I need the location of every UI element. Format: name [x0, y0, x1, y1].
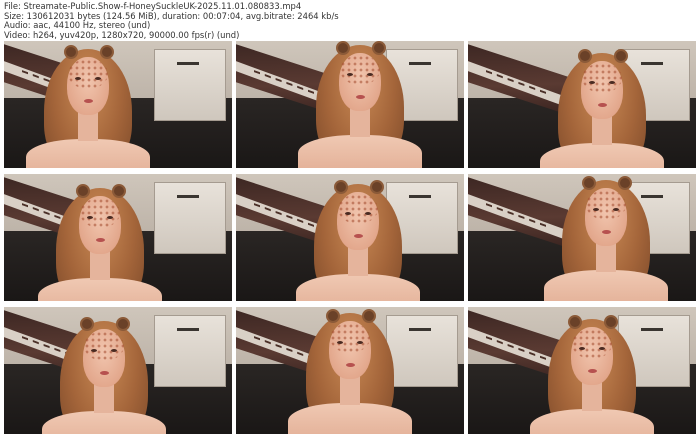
mouth [602, 230, 611, 234]
eye-left [91, 349, 97, 352]
thumbnail-6[interactable] [468, 174, 696, 301]
subject-body [530, 409, 654, 434]
eye-left [75, 77, 81, 80]
eye-left [337, 341, 343, 344]
eye-left [87, 216, 93, 219]
mouth [96, 238, 105, 242]
mouth [84, 99, 93, 103]
thumbnail-grid [4, 41, 696, 434]
thumbnail-7[interactable] [4, 307, 232, 434]
neck [90, 250, 110, 280]
face-paint [84, 331, 124, 361]
eye-right [357, 341, 363, 344]
subject-body [26, 139, 150, 168]
neck [348, 246, 368, 276]
subject-body [288, 403, 412, 434]
thumbnail-1[interactable] [4, 41, 232, 168]
wall-cabinet [154, 182, 226, 254]
neck [94, 383, 114, 413]
mouth [354, 234, 363, 238]
subject-body [296, 274, 420, 301]
thumbnail-8[interactable] [236, 307, 464, 434]
wall-cabinet [154, 315, 226, 387]
ear-left-icon [64, 45, 78, 59]
eye-right [107, 216, 113, 219]
neck [582, 381, 602, 411]
subject-body [544, 270, 668, 301]
ear-right-icon [100, 45, 114, 59]
eye-left [579, 347, 585, 350]
subject-body [298, 135, 422, 168]
face-paint [572, 329, 612, 359]
ear-right-icon [116, 317, 130, 331]
eye-right [609, 81, 615, 84]
eye-right [95, 77, 101, 80]
thumbnail-4[interactable] [4, 174, 232, 301]
ear-left-icon [326, 309, 340, 323]
eye-left [589, 81, 595, 84]
eye-left [345, 212, 351, 215]
ear-right-icon [614, 49, 628, 63]
eye-right [599, 347, 605, 350]
eye-right [111, 349, 117, 352]
wall-cabinet [386, 315, 458, 387]
face-paint [340, 55, 380, 85]
neck [350, 107, 370, 137]
eye-right [365, 212, 371, 215]
ear-left-icon [76, 184, 90, 198]
face-paint [330, 323, 370, 353]
ear-left-icon [336, 41, 350, 55]
ear-right-icon [362, 309, 376, 323]
file-info-header: File: Streamate-Public.Show-f-HoneySuckl… [4, 1, 339, 40]
thumbnail-9[interactable] [468, 307, 696, 434]
eye-left [347, 73, 353, 76]
thumbnail-2[interactable] [236, 41, 464, 168]
neck [78, 111, 98, 141]
thumbnail-5[interactable] [236, 174, 464, 301]
thumbnail-3[interactable] [468, 41, 696, 168]
face-paint [338, 194, 378, 224]
neck [340, 375, 360, 405]
mouth [588, 369, 597, 373]
ear-left-icon [568, 315, 582, 329]
ear-left-icon [80, 317, 94, 331]
ear-left-icon [334, 180, 348, 194]
ear-right-icon [604, 315, 618, 329]
video-info-line: Video: h264, yuv420p, 1280x720, 90000.00… [4, 29, 240, 40]
ear-left-icon [582, 176, 596, 190]
neck [596, 242, 616, 272]
wall-cabinet [154, 49, 226, 121]
ear-right-icon [370, 180, 384, 194]
subject-body [540, 143, 664, 168]
ear-right-icon [618, 176, 632, 190]
face-paint [582, 63, 622, 93]
ear-right-icon [372, 41, 386, 55]
eye-right [613, 208, 619, 211]
face-paint [586, 190, 626, 220]
eye-left [593, 208, 599, 211]
mouth [598, 103, 607, 107]
mouth [100, 371, 109, 375]
eye-right [367, 73, 373, 76]
ear-right-icon [112, 184, 126, 198]
face-paint [80, 198, 120, 228]
neck [592, 115, 612, 145]
face-paint [68, 59, 108, 89]
ear-left-icon [578, 49, 592, 63]
mouth [356, 95, 365, 99]
mouth [346, 363, 355, 367]
